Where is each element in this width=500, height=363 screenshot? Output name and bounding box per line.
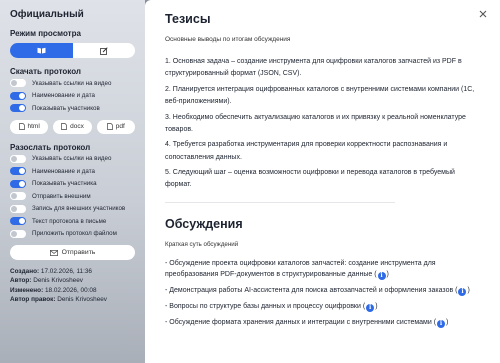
- toggle-switch[interactable]: [10, 154, 26, 163]
- meta-author: Автор: Denis Krivosheev: [10, 277, 83, 285]
- meta-changed: Изменено: 18.02.2026, 00:08: [10, 286, 97, 294]
- download-toggle-row[interactable]: Наименование и дата: [10, 91, 135, 102]
- download-toggle-row[interactable]: Показывать участников: [10, 103, 135, 114]
- theses-subtitle: Основные выводы по итогам обсуждения: [165, 36, 291, 43]
- toggle-switch[interactable]: [10, 91, 26, 100]
- thesis-item: 1. Основная задача – создание инструмент…: [165, 58, 462, 78]
- download-html-button[interactable]: html: [10, 119, 49, 134]
- thesis-item: 5. Следующий шаг – оценка возможности оц…: [165, 169, 455, 189]
- download-section-label: Скачать протокол: [10, 67, 81, 76]
- toggle-switch[interactable]: [10, 217, 26, 226]
- file-icon: [18, 123, 25, 130]
- protocol-meta: Создано: 17.02.2026, 11:36 Автор: Denis …: [10, 267, 135, 304]
- discussions-title: Обсуждения: [165, 216, 243, 231]
- download-formats: html docx pdf: [10, 119, 135, 134]
- info-icon[interactable]: i: [366, 303, 375, 312]
- send-options: Указывать ссылки на видео Наименование и …: [10, 154, 135, 240]
- toggle-label: Показывать участника: [32, 180, 97, 188]
- mail-icon: [49, 249, 58, 256]
- file-icon: [106, 123, 113, 130]
- edit-icon: [99, 46, 108, 55]
- toggle-switch[interactable]: [10, 204, 26, 213]
- info-icon[interactable]: i: [458, 287, 467, 296]
- send-button-label: Отправить: [61, 249, 96, 256]
- section-divider: [165, 201, 395, 203]
- format-label: pdf: [115, 123, 125, 130]
- toggle-switch[interactable]: [10, 229, 26, 238]
- meta-editor: Автор правок: Denis Krivosheev: [10, 295, 107, 303]
- send-toggle-row[interactable]: Указывать ссылки на видео: [10, 154, 135, 165]
- file-icon: [61, 123, 67, 130]
- theses-list: 1. Основная задача – создание инструмент…: [165, 56, 482, 192]
- download-options: Указывать ссылки на видео Наименование и …: [10, 78, 135, 114]
- view-mode-edit-option[interactable]: [73, 43, 136, 58]
- toggle-label: Наименование и дата: [32, 167, 95, 175]
- send-toggle-row[interactable]: Отправить внешним: [10, 191, 135, 202]
- send-toggle-row[interactable]: Запись для внешних участников: [10, 204, 135, 215]
- info-icon[interactable]: i: [437, 319, 446, 328]
- toggle-switch[interactable]: [10, 179, 26, 188]
- toggle-switch[interactable]: [10, 104, 26, 113]
- thesis-item: 2. Планируется интеграция оцифрованных к…: [165, 85, 475, 105]
- toggle-switch[interactable]: [10, 192, 26, 201]
- download-docx-button[interactable]: docx: [53, 119, 92, 134]
- send-button[interactable]: Отправить: [10, 245, 135, 260]
- discussion-item: - Демонстрация работы AI-ассистента для …: [165, 287, 470, 296]
- discussion-item: - Обсуждение формата хранения данных и и…: [165, 319, 449, 328]
- send-section-label: Разослать протокол: [10, 142, 91, 152]
- toggle-label: Указывать ссылки на видео: [32, 79, 112, 87]
- toggle-switch[interactable]: [10, 79, 26, 88]
- discussions-subtitle: Краткая суть обсуждений: [165, 240, 239, 248]
- send-toggle-row[interactable]: Текст протокола в письме: [10, 216, 135, 227]
- theses-title: Тезисы: [165, 12, 211, 26]
- toggle-label: Отправить внешним: [32, 192, 91, 200]
- discussion-item: - Вопросы по структуре базы данных и про…: [165, 303, 378, 312]
- toggle-label: Показывать участников: [32, 104, 100, 112]
- send-toggle-row[interactable]: Показывать участника: [10, 179, 135, 190]
- toggle-label: Запись для внешних участников: [32, 205, 126, 213]
- meta-created: Создано: 17.02.2026, 11:36: [10, 268, 92, 275]
- toggle-label: Приложить протокол файлом: [32, 230, 117, 238]
- thesis-item: 3. Необходимо обеспечить актуализацию ка…: [165, 113, 466, 133]
- send-toggle-row[interactable]: Наименование и дата: [10, 166, 135, 177]
- thesis-item: 4. Требуется разработка инструментария д…: [165, 141, 448, 161]
- send-toggle-row[interactable]: Приложить протокол файлом: [10, 229, 135, 240]
- view-mode-label: Режим просмотра: [10, 29, 81, 38]
- toggle-label: Наименование и дата: [32, 92, 95, 100]
- format-label: html: [27, 123, 40, 130]
- download-toggle-row[interactable]: Указывать ссылки на видео: [10, 78, 135, 89]
- download-pdf-button[interactable]: pdf: [96, 119, 135, 134]
- protocol-type-title: Официальный: [10, 9, 84, 20]
- settings-sidebar: Официальный Режим просмотра Скачать прот…: [0, 0, 145, 363]
- book-icon: [37, 47, 46, 54]
- toggle-label: Текст протокола в письме: [32, 217, 107, 225]
- info-icon[interactable]: i: [377, 271, 386, 280]
- protocol-content: Тезисы Основные выводы по итогам обсужде…: [165, 12, 482, 333]
- view-mode-switch: [10, 43, 135, 58]
- toggle-switch[interactable]: [10, 167, 26, 176]
- protocol-panel: Тезисы Основные выводы по итогам обсужде…: [145, 0, 500, 363]
- toggle-label: Указывать ссылки на видео: [32, 155, 112, 163]
- format-label: docx: [70, 123, 84, 130]
- discussions-list: - Обсуждение проекта оцифровки каталогов…: [165, 258, 482, 329]
- discussion-item: - Обсуждение проекта оцифровки каталогов…: [165, 259, 436, 280]
- view-mode-read-option[interactable]: [10, 43, 73, 58]
